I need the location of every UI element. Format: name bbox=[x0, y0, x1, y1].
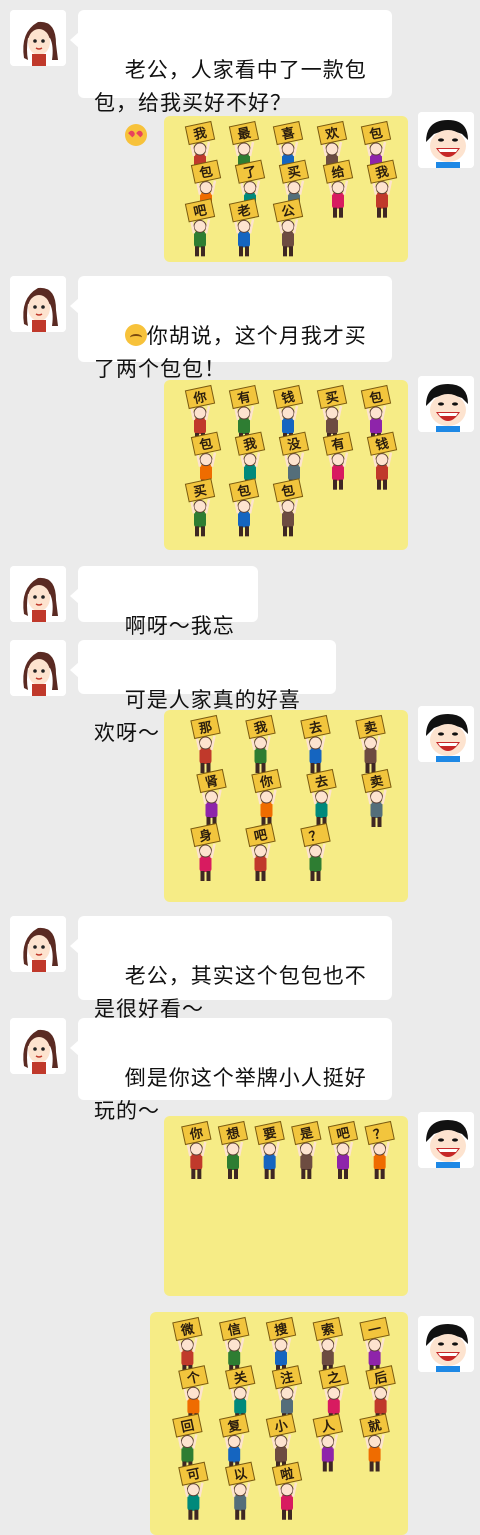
sign-person: 老 bbox=[228, 198, 260, 257]
girl-avatar-icon bbox=[10, 276, 66, 332]
wife-avatar[interactable] bbox=[10, 1018, 66, 1074]
sign-person: 吧 bbox=[245, 822, 276, 881]
message-row: 你想要是吧？ bbox=[0, 1112, 480, 1298]
message-row: 那我去卖肾你去卖身吧？ bbox=[0, 706, 480, 902]
message-row: 微信搜索一个关注之后回复小人就可以啦 bbox=[0, 1312, 480, 1535]
wife-avatar[interactable] bbox=[10, 10, 66, 66]
sign-person: 卖 bbox=[361, 768, 392, 827]
sign-person: 可 bbox=[178, 1461, 209, 1520]
boy-avatar-icon bbox=[418, 376, 474, 432]
boy-avatar-icon bbox=[418, 1112, 474, 1168]
sign-crowd-image[interactable]: 你想要是吧？ bbox=[164, 1116, 408, 1296]
girl-avatar-icon bbox=[10, 1018, 66, 1074]
sign-person: 去 bbox=[306, 768, 337, 827]
sign-person: 人 bbox=[312, 1413, 343, 1472]
wife-avatar[interactable] bbox=[10, 566, 66, 622]
sign-person: 索 bbox=[312, 1316, 343, 1375]
message-text: 老公，人家看中了一款包包，给我买好不好？ bbox=[94, 58, 367, 115]
message-bubble[interactable]: 可是人家真的好喜欢呀～ bbox=[70, 640, 336, 745]
message-row: 你有钱买包包我没有钱买包包 bbox=[0, 376, 480, 550]
wife-avatar[interactable] bbox=[10, 640, 66, 696]
sign-person: 信 bbox=[219, 1316, 250, 1375]
sign-person: 想 bbox=[217, 1120, 249, 1179]
message-bubble[interactable]: 老公，其实这个包包也不是很好看～ bbox=[70, 916, 392, 1021]
sign-person: 肾 bbox=[196, 768, 227, 827]
sign-person: 那 bbox=[190, 714, 221, 773]
sign-person: 你 bbox=[251, 768, 282, 827]
sign-person: 我 bbox=[366, 159, 398, 218]
sign-person: 给 bbox=[322, 159, 354, 218]
message-bubble[interactable]: 倒是你这个举牌小人挺好玩的～ bbox=[70, 1018, 392, 1123]
boy-avatar-icon bbox=[418, 112, 474, 168]
girl-avatar-icon bbox=[10, 916, 66, 972]
sign-person: 卖 bbox=[355, 714, 386, 773]
wife-avatar[interactable] bbox=[10, 916, 66, 972]
sign-person: 我 bbox=[245, 714, 276, 773]
sign-people-illustration: 那我去卖肾你去卖身吧？ bbox=[190, 714, 392, 881]
crying-emoji-icon bbox=[124, 324, 147, 346]
sign-person: 要 bbox=[254, 1120, 285, 1179]
message-row: 可是人家真的好喜欢呀～ bbox=[0, 640, 480, 745]
sign-person: 搜 bbox=[265, 1316, 297, 1375]
husband-avatar[interactable] bbox=[418, 706, 474, 762]
boy-avatar-icon bbox=[418, 1316, 474, 1372]
sign-person: 吧 bbox=[184, 198, 216, 257]
sign-person: 就 bbox=[359, 1413, 390, 1472]
husband-avatar[interactable] bbox=[418, 1316, 474, 1372]
message-bubble[interactable]: 你胡说，这个月我才买了两个包包！ bbox=[70, 276, 392, 381]
sign-crowd-image[interactable]: 我最喜欢包包了买给我吧老公 bbox=[164, 116, 408, 262]
message-row: 老公，人家看中了一款包包，给我买好不好？ bbox=[0, 10, 480, 146]
sign-person: 微 bbox=[172, 1316, 203, 1375]
message-row: 我最喜欢包包了买给我吧老公 bbox=[0, 112, 480, 262]
sign-crowd-image[interactable]: 你有钱买包包我没有钱买包包 bbox=[164, 380, 408, 550]
sign-person: 以 bbox=[225, 1461, 256, 1520]
message-bubble[interactable]: 啊呀～我忘了 bbox=[70, 566, 258, 671]
sign-person: 你 bbox=[181, 1120, 212, 1179]
husband-avatar[interactable] bbox=[418, 112, 474, 168]
sign-people-illustration: 我最喜欢包包了买给我吧老公 bbox=[184, 120, 398, 257]
sign-person: ？ bbox=[364, 1120, 395, 1179]
wife-avatar[interactable] bbox=[10, 276, 66, 332]
boy-avatar-icon bbox=[418, 706, 474, 762]
sign-person: 身 bbox=[190, 822, 221, 881]
sign-people-illustration: 微信搜索一个关注之后回复小人就可以啦 bbox=[172, 1316, 396, 1520]
message-row: 老公，其实这个包包也不是很好看～ bbox=[0, 916, 480, 1021]
sign-person: 买 bbox=[184, 478, 216, 537]
sign-person: 啦 bbox=[271, 1461, 303, 1520]
girl-avatar-icon bbox=[10, 566, 66, 622]
sign-people-illustration: 你有钱买包包我没有钱买包包 bbox=[184, 384, 398, 537]
message-row: 啊呀～我忘了 bbox=[0, 566, 480, 671]
sign-crowd-image[interactable]: 那我去卖肾你去卖身吧？ bbox=[164, 710, 408, 902]
sign-person: 是 bbox=[291, 1120, 322, 1179]
sign-person: 包 bbox=[272, 478, 304, 537]
sign-person: 有 bbox=[322, 431, 354, 490]
sign-person: 吧 bbox=[327, 1120, 359, 1179]
sign-person: 一 bbox=[359, 1316, 390, 1375]
message-text: 老公，其实这个包包也不是很好看～ bbox=[94, 964, 367, 1021]
sign-person: 公 bbox=[272, 198, 304, 257]
sign-crowd-image[interactable]: 微信搜索一个关注之后回复小人就可以啦 bbox=[150, 1312, 408, 1535]
sign-person: 去 bbox=[300, 714, 331, 773]
sign-people-illustration: 你想要是吧？ bbox=[181, 1120, 395, 1179]
message-bubble[interactable]: 老公，人家看中了一款包包，给我买好不好？ bbox=[70, 10, 392, 146]
message-row: 倒是你这个举牌小人挺好玩的～ bbox=[0, 1018, 480, 1123]
sign-person: 复 bbox=[219, 1413, 250, 1472]
sign-person: ？ bbox=[300, 822, 331, 881]
girl-avatar-icon bbox=[10, 640, 66, 696]
sign-person: 回 bbox=[172, 1413, 203, 1472]
sign-person: 小 bbox=[265, 1413, 297, 1472]
girl-avatar-icon bbox=[10, 10, 66, 66]
husband-avatar[interactable] bbox=[418, 1112, 474, 1168]
sign-person: 包 bbox=[228, 478, 260, 537]
husband-avatar[interactable] bbox=[418, 376, 474, 432]
sign-person: 钱 bbox=[366, 431, 398, 490]
message-row: 你胡说，这个月我才买了两个包包！ bbox=[0, 276, 480, 381]
